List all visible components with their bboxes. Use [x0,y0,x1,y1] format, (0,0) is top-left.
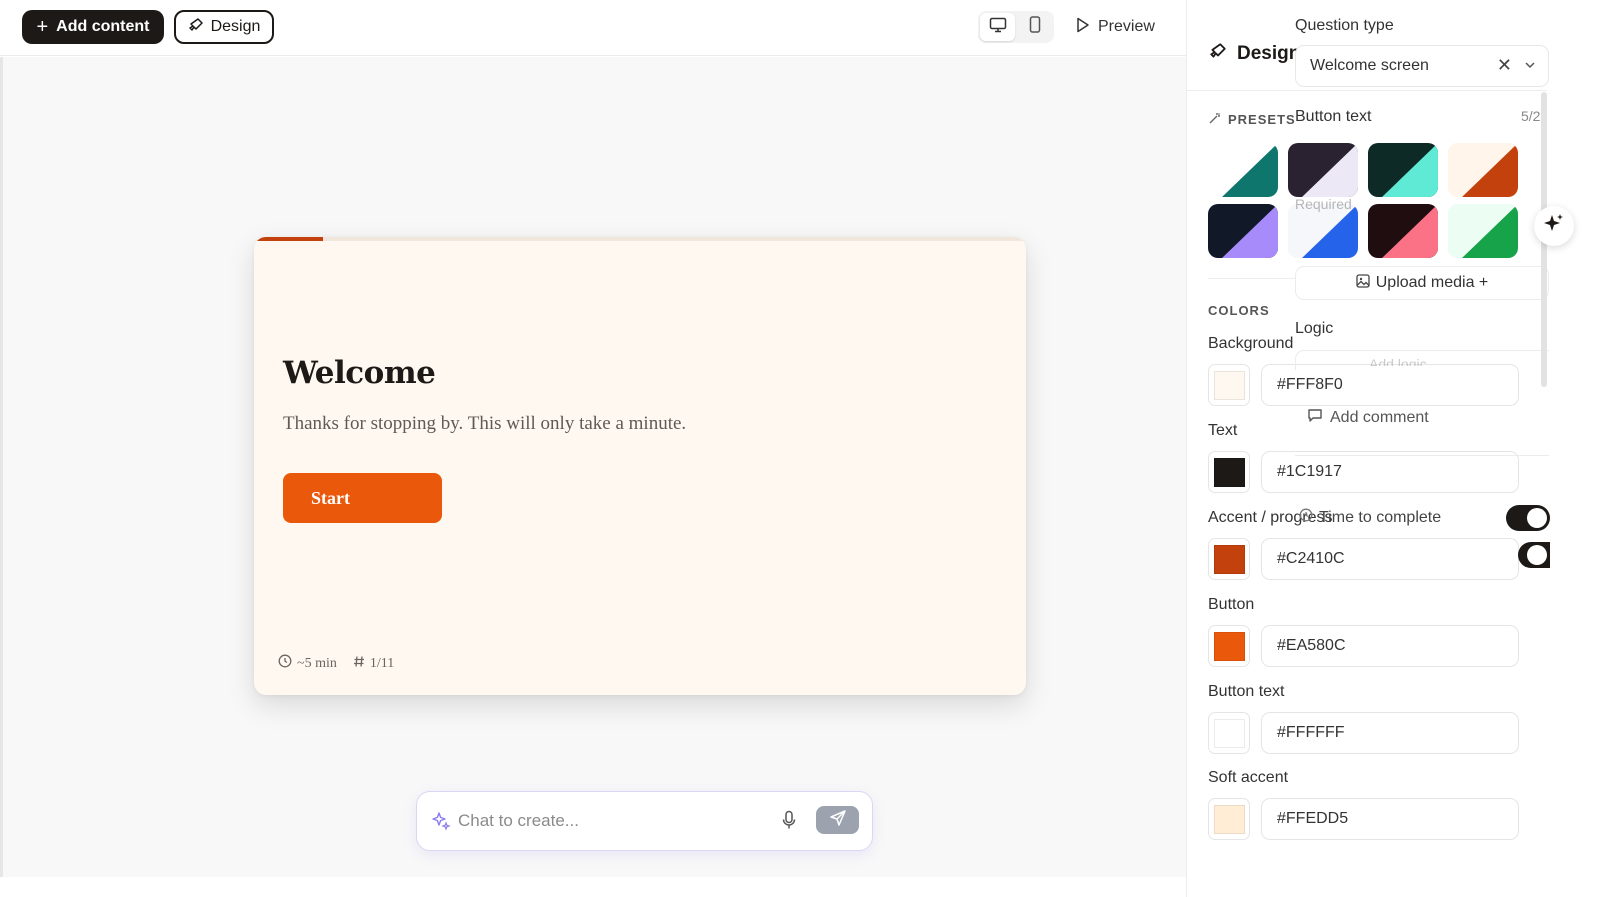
top-toolbar: + Add content Design Preview [0,0,1280,56]
time-to-complete-toggle[interactable] [1506,505,1550,531]
color-swatch-button[interactable] [1208,712,1250,754]
color-label: Button [1208,596,1255,613]
question-settings-panel: Question type Welcome screen ✕ Button te… [1277,0,1567,897]
color-swatch-button[interactable] [1208,798,1250,840]
colors-heading: COLORS [1208,303,1270,318]
card-description[interactable]: Thanks for stopping by. This will only t… [283,413,686,435]
progress-bar [254,237,324,241]
desktop-view-button[interactable] [980,13,1015,41]
color-swatch-button[interactable] [1208,451,1250,493]
hash-icon [353,655,365,673]
button-text-count: 5/2 [1521,108,1541,124]
microphone-icon[interactable] [781,810,797,835]
color-swatch-fill [1213,718,1245,748]
send-icon [829,809,847,832]
color-swatch-fill [1213,457,1245,487]
required-label: Required [1295,196,1352,212]
time-estimate-text: ~5 min [297,655,337,671]
design-button[interactable]: Design [174,10,274,44]
sparkle-icon [431,811,451,836]
time-estimate: ~5 min [278,654,337,673]
start-button[interactable]: Start [283,473,442,523]
clock-icon [1299,508,1313,527]
chevron-down-icon [1524,58,1536,76]
brush-icon [188,17,204,38]
color-swatch-button[interactable] [1208,538,1250,580]
add-comment-button[interactable]: Add comment [1307,408,1429,428]
desktop-icon [989,17,1007,38]
preset-swatch[interactable] [1208,204,1278,258]
chat-input-bar[interactable]: Chat to create... [416,791,873,851]
welcome-card[interactable]: Welcome Thanks for stopping by. This wil… [254,237,1026,695]
preview-button[interactable]: Preview [1076,12,1155,42]
color-swatch-fill [1213,370,1245,400]
time-to-complete-row: Time to complete [1299,508,1441,527]
question-type-label: Question type [1295,17,1394,34]
chat-input[interactable]: Chat to create... [458,811,579,831]
upload-media-button[interactable]: Upload media + [1295,266,1549,300]
divider [1295,455,1549,456]
question-type-value: Welcome screen [1310,57,1429,74]
color-swatch-fill [1213,804,1245,834]
device-toggle [978,11,1054,43]
add-content-label: Add content [56,18,150,35]
send-button[interactable] [816,806,859,834]
color-swatch-fill [1213,631,1245,661]
time-to-complete-label: Time to complete [1319,508,1442,526]
sparkle-icon [1543,213,1565,240]
toggle-knob [1527,545,1547,565]
preset-swatch[interactable] [1208,143,1278,197]
question-position: 1/11 [353,655,394,673]
magic-wand-icon [1208,111,1222,128]
add-content-button[interactable]: + Add content [22,10,164,44]
secondary-toggle[interactable] [1518,542,1550,568]
question-type-select[interactable]: Welcome screen ✕ [1295,45,1549,87]
close-icon[interactable]: ✕ [1497,55,1512,76]
clock-icon [278,654,292,673]
card-meta: ~5 min 1/11 [278,654,394,673]
card-title[interactable]: Welcome [283,355,436,391]
progress-track [254,237,1026,241]
design-label: Design [210,18,261,35]
plus-icon: + [36,16,49,38]
mobile-icon [1029,16,1041,38]
image-icon [1356,273,1370,293]
upload-media-label: Upload media + [1375,274,1489,291]
color-swatch-button[interactable] [1208,364,1250,406]
preview-label: Preview [1098,18,1155,35]
logic-label: Logic [1295,320,1334,337]
play-icon [1076,17,1090,38]
color-swatch-fill [1213,544,1245,574]
color-label: Button text [1208,683,1285,700]
ai-assistant-button[interactable] [1534,206,1574,246]
color-label: Text [1208,422,1238,439]
color-swatch-button[interactable] [1208,625,1250,667]
add-logic-label: Add logic [1369,356,1427,366]
add-comment-label: Add comment [1330,409,1429,426]
button-text-label: Button text [1295,108,1372,125]
question-position-text: 1/11 [369,655,395,671]
toggle-knob [1527,508,1547,528]
brush-icon [1209,42,1227,66]
comment-icon [1307,408,1323,428]
mobile-view-button[interactable] [1017,13,1052,41]
